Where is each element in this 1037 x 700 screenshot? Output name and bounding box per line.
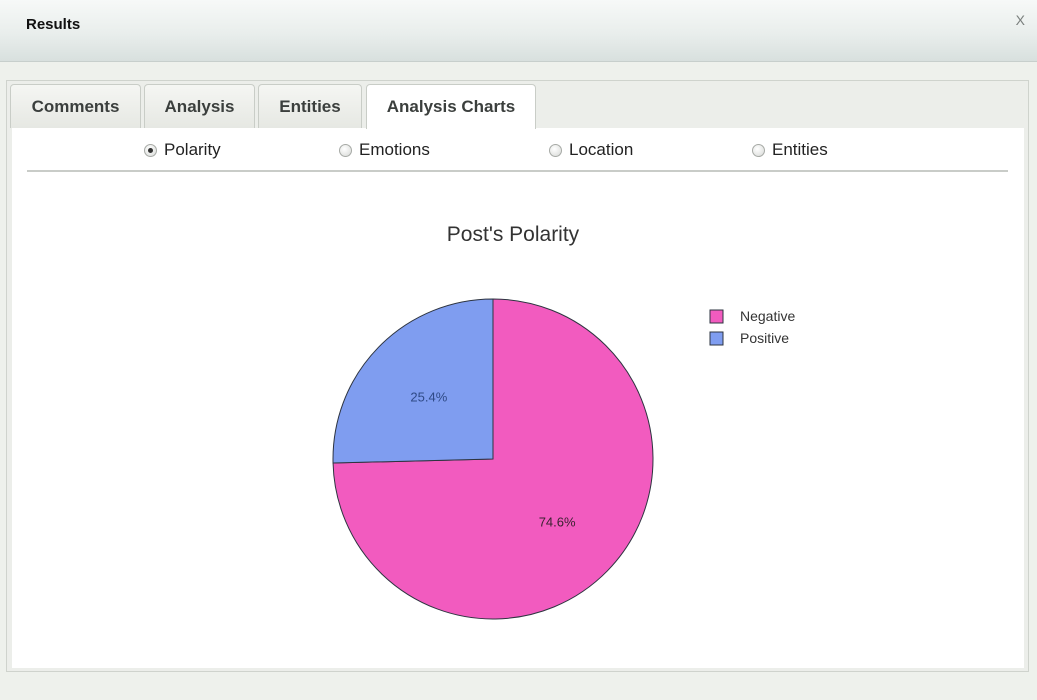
analysis-charts-panel: Polarity Emotions Location Entities Post… xyxy=(12,128,1024,668)
close-icon[interactable]: X xyxy=(1016,12,1025,28)
legend-swatch-positive[interactable] xyxy=(709,331,724,346)
tab-analysis[interactable]: Analysis xyxy=(144,84,255,128)
polarity-pie-chart: Post's Polarity 74.6% 25.4% Negative Posit… xyxy=(332,223,795,620)
chart-title: Post's Polarity xyxy=(447,223,580,246)
tab-analysis-charts[interactable]: Analysis Charts xyxy=(366,84,536,129)
dialog-title: Results xyxy=(26,16,81,33)
pie-slice-positive[interactable] xyxy=(332,298,494,464)
pie-label-negative: 74.6% xyxy=(539,515,576,530)
pie-slices xyxy=(332,298,654,620)
legend-label-negative[interactable]: Negative xyxy=(740,308,795,324)
dialog-body: Comments Analysis Entities Analysis Char… xyxy=(6,80,1029,672)
tab-entities[interactable]: Entities xyxy=(258,84,362,128)
legend-swatch-negative[interactable] xyxy=(709,309,724,324)
dialog-titlebar: Results X xyxy=(0,0,1037,62)
chart-legend: Negative Positive xyxy=(709,308,795,346)
pie-label-positive: 25.4% xyxy=(410,389,447,404)
legend-label-positive[interactable]: Positive xyxy=(740,330,789,346)
tab-comments[interactable]: Comments xyxy=(10,84,141,128)
